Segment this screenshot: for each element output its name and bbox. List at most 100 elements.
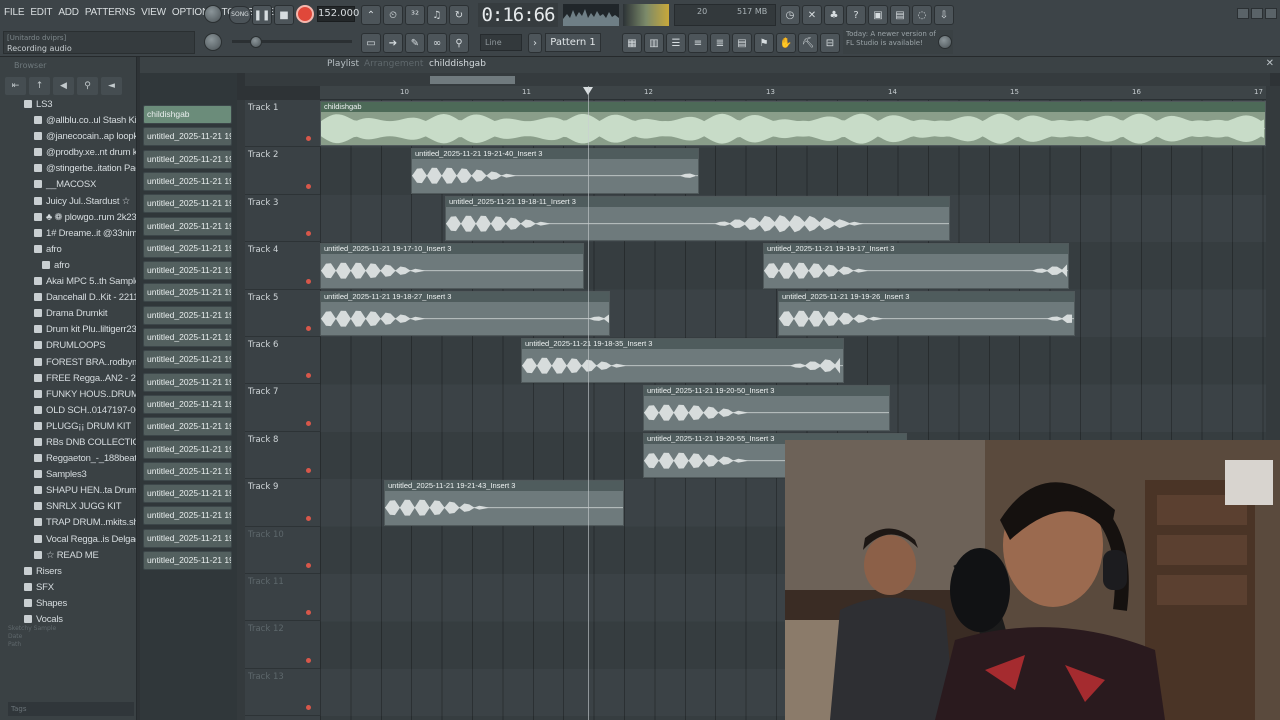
track-header[interactable]: Track 1	[245, 100, 320, 148]
browser-item[interactable]: TRAP DRUM..mkits.shop	[0, 515, 136, 531]
picker-clip[interactable]: untitled_2025-11-21 19-	[143, 194, 232, 214]
menu-edit[interactable]: EDIT	[30, 7, 52, 18]
touch-keyboard-button[interactable]: ✋	[776, 33, 796, 53]
stamp-button[interactable]: ⚲	[449, 33, 469, 53]
track-record-icon[interactable]	[306, 231, 311, 237]
master-pitch-knob[interactable]	[204, 33, 222, 51]
browser-tool-back[interactable]: ◀	[53, 77, 74, 95]
picker-clip[interactable]: untitled_2025-11-21 19-	[143, 439, 232, 459]
snap-selector[interactable]: Line	[480, 34, 522, 51]
pattern-prev-button[interactable]: ›	[528, 33, 542, 53]
channel-rack-button[interactable]: ☰	[666, 33, 686, 53]
browser-item[interactable]: ♣ ❁ plowgo..rum 2k23	[0, 210, 136, 226]
track-record-icon[interactable]	[306, 183, 311, 189]
mic-button[interactable]: ♣	[824, 5, 844, 25]
track-header[interactable]: Track 3	[245, 195, 320, 243]
picker-clip[interactable]: untitled_2025-11-21 19-	[143, 528, 232, 548]
playlist-close-icon[interactable]: ✕	[1266, 58, 1274, 69]
picker-clip[interactable]: untitled_2025-11-21 19-	[143, 283, 232, 303]
track-record-icon[interactable]	[306, 562, 311, 568]
countdown-button[interactable]: ³²	[405, 5, 425, 25]
next-button[interactable]: ➔	[383, 33, 403, 53]
plugin-picker-button[interactable]: ⚑	[754, 33, 774, 53]
picker-clip[interactable]: untitled_2025-11-21 19-	[143, 216, 232, 236]
picker-scrollbar[interactable]	[237, 100, 245, 720]
browser-item[interactable]: @janecocain..ap loopkit	[0, 129, 136, 145]
timeline-ruler[interactable]: 10 11 12 13 14 15 16 17	[320, 86, 1270, 100]
browser-tool-collapse[interactable]: ⇤	[5, 77, 26, 95]
playlist-pattern-name[interactable]: childdishgab	[429, 59, 486, 69]
picker-clip[interactable]: untitled_2025-11-21 19-	[143, 506, 232, 526]
browser-item[interactable]: SFX	[0, 580, 136, 596]
news-panel[interactable]: Today: A newer version of FL Studio is a…	[843, 30, 953, 54]
browser-item[interactable]: FREE Regga..AN2 - 2211	[0, 371, 136, 387]
audio-clip[interactable]: untitled_2025-11-21 19-21-40_Insert 3	[411, 148, 699, 194]
song-mode-toggle[interactable]: SONG	[229, 6, 251, 24]
menu-add[interactable]: ADD	[58, 7, 79, 18]
play-button[interactable]: ❚❚	[252, 5, 272, 25]
browser-item[interactable]: Drum kit Plu..liltigerr23	[0, 322, 136, 338]
minimize-button[interactable]	[1237, 8, 1249, 19]
shop-button[interactable]: ⊟	[820, 33, 840, 53]
track-header[interactable]: Track 5	[245, 290, 320, 337]
picker-clip[interactable]: untitled_2025-11-21 19-	[143, 372, 232, 392]
browser-item[interactable]: 1# Dreame..it @33nimb	[0, 226, 136, 242]
playlist-scroll-bar[interactable]	[245, 73, 1270, 86]
browser-item[interactable]: RBs DNB COLLECTION	[0, 435, 136, 451]
audio-clip[interactable]: untitled_2025-11-21 19-20-50_Insert 3	[643, 385, 890, 431]
browser-item[interactable]: Akai MPC 5..th Samples	[0, 274, 136, 290]
browser-item[interactable]: FUNKY HOUS..DRUM KIT	[0, 387, 136, 403]
tools-button[interactable]: ✕	[802, 5, 822, 25]
picker-clip[interactable]: untitled_2025-11-21 19-	[143, 261, 232, 281]
browser-item[interactable]: @allblu.co..ul Stash Kit	[0, 113, 136, 129]
mixer-button[interactable]: ≡	[688, 33, 708, 53]
browser-item[interactable]: afro	[0, 258, 136, 274]
playlist-button[interactable]: ▦	[622, 33, 642, 53]
track-record-icon[interactable]	[306, 136, 311, 142]
track-record-icon[interactable]	[306, 468, 311, 474]
track-header[interactable]: Track 13	[245, 669, 320, 717]
browser-item[interactable]: DRUMLOOPS	[0, 338, 136, 354]
menu-view[interactable]: VIEW	[141, 7, 166, 18]
song-position-display[interactable]: 0:16:66	[478, 3, 558, 27]
browser-item[interactable]: Reggaeton_-_188beats	[0, 451, 136, 467]
link-button[interactable]: ∞	[427, 33, 447, 53]
help-button[interactable]: ?	[846, 5, 866, 25]
chat-button[interactable]: ◌	[912, 5, 932, 25]
track-record-icon[interactable]	[306, 325, 311, 331]
playlist-scroll-thumb[interactable]	[430, 76, 515, 84]
record-button[interactable]	[296, 5, 314, 23]
picker-clip[interactable]: untitled_2025-11-21 19-	[143, 238, 232, 258]
menu-patterns[interactable]: PATTERNS	[85, 7, 135, 18]
audio-clip[interactable]: untitled_2025-11-21 19-19-26_Insert 3	[778, 290, 1075, 336]
browser-item[interactable]: @prodby.xe..nt drum kit	[0, 145, 136, 161]
picker-clip[interactable]: untitled_2025-11-21 19-	[143, 171, 232, 191]
browser-item[interactable]: SHAPU HEN..ta Drum Kit	[0, 483, 136, 499]
track-header[interactable]: Track 4	[245, 242, 320, 290]
browser-item[interactable]: PLUGG¡¡ DRUM KIT	[0, 419, 136, 435]
undo-history-button[interactable]: ◷	[780, 5, 800, 25]
track-record-icon[interactable]	[306, 610, 311, 616]
picker-clip[interactable]: untitled_2025-11-21 19-	[143, 394, 232, 414]
browser-item[interactable]: Shapes	[0, 596, 136, 612]
project-browser-button[interactable]: ≣	[710, 33, 730, 53]
browser-item[interactable]: Risers	[0, 564, 136, 580]
picker-clip[interactable]: untitled_2025-11-21 19-	[143, 127, 232, 147]
browser-tool-search[interactable]: ⚲	[77, 77, 98, 95]
browser-item[interactable]: Vocal Regga..is Delgado	[0, 532, 136, 548]
wait-input-button[interactable]: ⏲	[383, 5, 403, 25]
audio-clip[interactable]: untitled_2025-11-21 19-17-10_Insert 3	[320, 243, 584, 289]
save-button[interactable]: ▣	[868, 5, 888, 25]
loop-record-button[interactable]: ↻	[449, 5, 469, 25]
pattern-selector[interactable]: Pattern 1	[545, 33, 601, 52]
track-record-icon[interactable]	[306, 657, 311, 663]
browser-item[interactable]: Dancehall D..Kit - 2211	[0, 290, 136, 306]
audio-clip[interactable]: untitled_2025-11-21 19-18-27_Insert 3	[320, 290, 610, 336]
picker-clip[interactable]: untitled_2025-11-21 19-	[143, 350, 232, 370]
track-record-icon[interactable]	[306, 278, 311, 284]
track-header[interactable]: Track 8	[245, 432, 320, 480]
draw-tool-button[interactable]: ✎	[405, 33, 425, 53]
picker-clip[interactable]: untitled_2025-11-21 19-	[143, 484, 232, 504]
close-button[interactable]	[1265, 8, 1277, 19]
browser-item[interactable]: @stingerbe..itation Pack	[0, 161, 136, 177]
